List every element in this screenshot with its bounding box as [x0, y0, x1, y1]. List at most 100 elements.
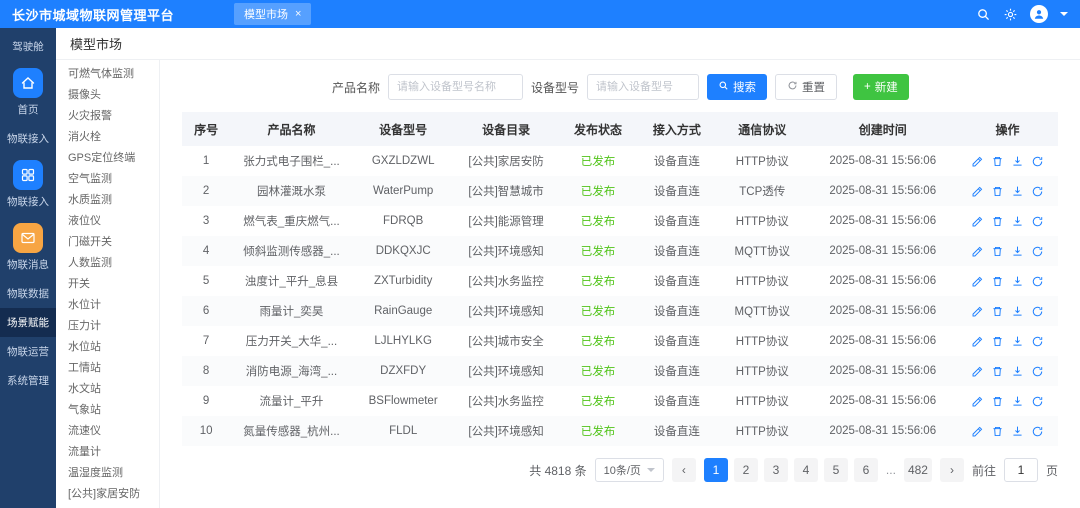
category-item[interactable]: 水位计 [56, 295, 159, 316]
category-item[interactable]: GPS定位终端 [56, 148, 159, 169]
sidebar-item-iot-data[interactable]: 物联数据 [0, 279, 56, 308]
edit-icon[interactable] [971, 275, 984, 288]
delete-icon[interactable] [991, 215, 1004, 228]
page-button-4[interactable]: 4 [794, 458, 818, 482]
chevron-down-icon[interactable] [1060, 12, 1068, 16]
category-item[interactable]: 流速仪 [56, 421, 159, 442]
category-item[interactable]: 工情站 [56, 358, 159, 379]
category-item[interactable]: [公共]家居安防 [56, 484, 159, 505]
product-name-input[interactable] [388, 74, 523, 100]
column-header: 序号 [182, 121, 230, 138]
sync-icon[interactable] [1031, 425, 1044, 438]
download-icon[interactable] [1011, 245, 1024, 258]
delete-icon[interactable] [991, 365, 1004, 378]
edit-icon[interactable] [971, 185, 984, 198]
sync-icon[interactable] [1031, 215, 1044, 228]
edit-icon[interactable] [971, 305, 984, 318]
category-item[interactable]: 水文站 [56, 379, 159, 400]
category-item[interactable]: 压力计 [56, 316, 159, 337]
sidebar-item-iot-access-app[interactable]: 物联接入 [0, 153, 56, 216]
sidebar-item-label: 场景赋能 [7, 315, 49, 330]
page-jump-input[interactable] [1004, 458, 1038, 482]
delete-icon[interactable] [991, 425, 1004, 438]
device-model-input[interactable] [587, 74, 699, 100]
download-icon[interactable] [1011, 425, 1024, 438]
delete-icon[interactable] [991, 185, 1004, 198]
edit-icon[interactable] [971, 245, 984, 258]
row-access-mode: 设备直连 [637, 333, 716, 349]
category-item[interactable]: 空气监测 [56, 169, 159, 190]
download-icon[interactable] [1011, 275, 1024, 288]
main-content: 产品名称 设备型号 搜索 重置 + [160, 60, 1080, 508]
category-item[interactable]: 水质监测 [56, 190, 159, 211]
download-icon[interactable] [1011, 155, 1024, 168]
category-item[interactable]: 门磁开关 [56, 232, 159, 253]
prev-page-button[interactable]: ‹ [672, 458, 696, 482]
create-button[interactable]: + 新建 [853, 74, 909, 100]
delete-icon[interactable] [991, 275, 1004, 288]
category-item[interactable]: 液位仪 [56, 211, 159, 232]
download-icon[interactable] [1011, 335, 1024, 348]
edit-icon[interactable] [971, 215, 984, 228]
category-item[interactable]: 可燃气体监测 [56, 64, 159, 85]
category-item[interactable]: 人数监测 [56, 253, 159, 274]
reset-button[interactable]: 重置 [775, 74, 837, 100]
category-item[interactable]: 开关 [56, 274, 159, 295]
delete-icon[interactable] [991, 245, 1004, 258]
page-size-select[interactable]: 10条/页 [595, 458, 664, 482]
delete-icon[interactable] [991, 305, 1004, 318]
category-item[interactable]: 火灾报警 [56, 106, 159, 127]
tab-label: 模型市场 [244, 6, 288, 22]
edit-icon[interactable] [971, 365, 984, 378]
download-icon[interactable] [1011, 215, 1024, 228]
edit-icon[interactable] [971, 155, 984, 168]
page-button-482[interactable]: 482 [904, 458, 932, 482]
page-button-2[interactable]: 2 [734, 458, 758, 482]
sync-icon[interactable] [1031, 305, 1044, 318]
sync-icon[interactable] [1031, 335, 1044, 348]
sync-icon[interactable] [1031, 365, 1044, 378]
avatar[interactable] [1030, 5, 1048, 23]
sync-icon[interactable] [1031, 275, 1044, 288]
delete-icon[interactable] [991, 155, 1004, 168]
sync-icon[interactable] [1031, 245, 1044, 258]
sidebar-item-home[interactable]: 首页 [0, 61, 56, 124]
category-item[interactable]: 水位站 [56, 337, 159, 358]
sidebar-item-cockpit[interactable]: 驾驶舱 [0, 32, 56, 61]
delete-icon[interactable] [991, 335, 1004, 348]
category-item[interactable]: 气象站 [56, 400, 159, 421]
gear-icon[interactable] [1003, 7, 1018, 22]
sidebar-item-label: 物联运营 [7, 344, 49, 359]
search-button[interactable]: 搜索 [707, 74, 767, 100]
sidebar-item-system-manage[interactable]: 系统管理 [0, 366, 56, 395]
download-icon[interactable] [1011, 365, 1024, 378]
delete-icon[interactable] [991, 395, 1004, 408]
tab-close-icon[interactable]: × [295, 8, 301, 20]
category-item[interactable]: 消火栓 [56, 127, 159, 148]
category-item[interactable]: 摄像头 [56, 85, 159, 106]
page-button-6[interactable]: 6 [854, 458, 878, 482]
search-icon[interactable] [976, 7, 991, 22]
next-page-button[interactable]: › [940, 458, 964, 482]
sync-icon[interactable] [1031, 395, 1044, 408]
download-icon[interactable] [1011, 305, 1024, 318]
category-item[interactable]: 温湿度监测 [56, 463, 159, 484]
sidebar-item-iot-operation[interactable]: 物联运营 [0, 337, 56, 366]
sync-icon[interactable] [1031, 185, 1044, 198]
row-publish-status: 已发布 [559, 243, 638, 259]
page-button-3[interactable]: 3 [764, 458, 788, 482]
edit-icon[interactable] [971, 335, 984, 348]
tab-model-market[interactable]: 模型市场 × [234, 3, 311, 25]
page-button-5[interactable]: 5 [824, 458, 848, 482]
sidebar-item-iot-access[interactable]: 物联接入 [0, 124, 56, 153]
edit-icon[interactable] [971, 425, 984, 438]
category-item[interactable]: 流量计 [56, 442, 159, 463]
sync-icon[interactable] [1031, 155, 1044, 168]
sidebar-item-iot-message[interactable]: 物联消息 [0, 216, 56, 279]
edit-icon[interactable] [971, 395, 984, 408]
download-icon[interactable] [1011, 395, 1024, 408]
table-row: 5 浊度计_平升_息县 ZXTurbidity [公共]水务监控 已发布 设备直… [182, 266, 1058, 296]
download-icon[interactable] [1011, 185, 1024, 198]
sidebar-item-scene-enable[interactable]: 场景赋能 [0, 308, 56, 337]
page-button-1[interactable]: 1 [704, 458, 728, 482]
